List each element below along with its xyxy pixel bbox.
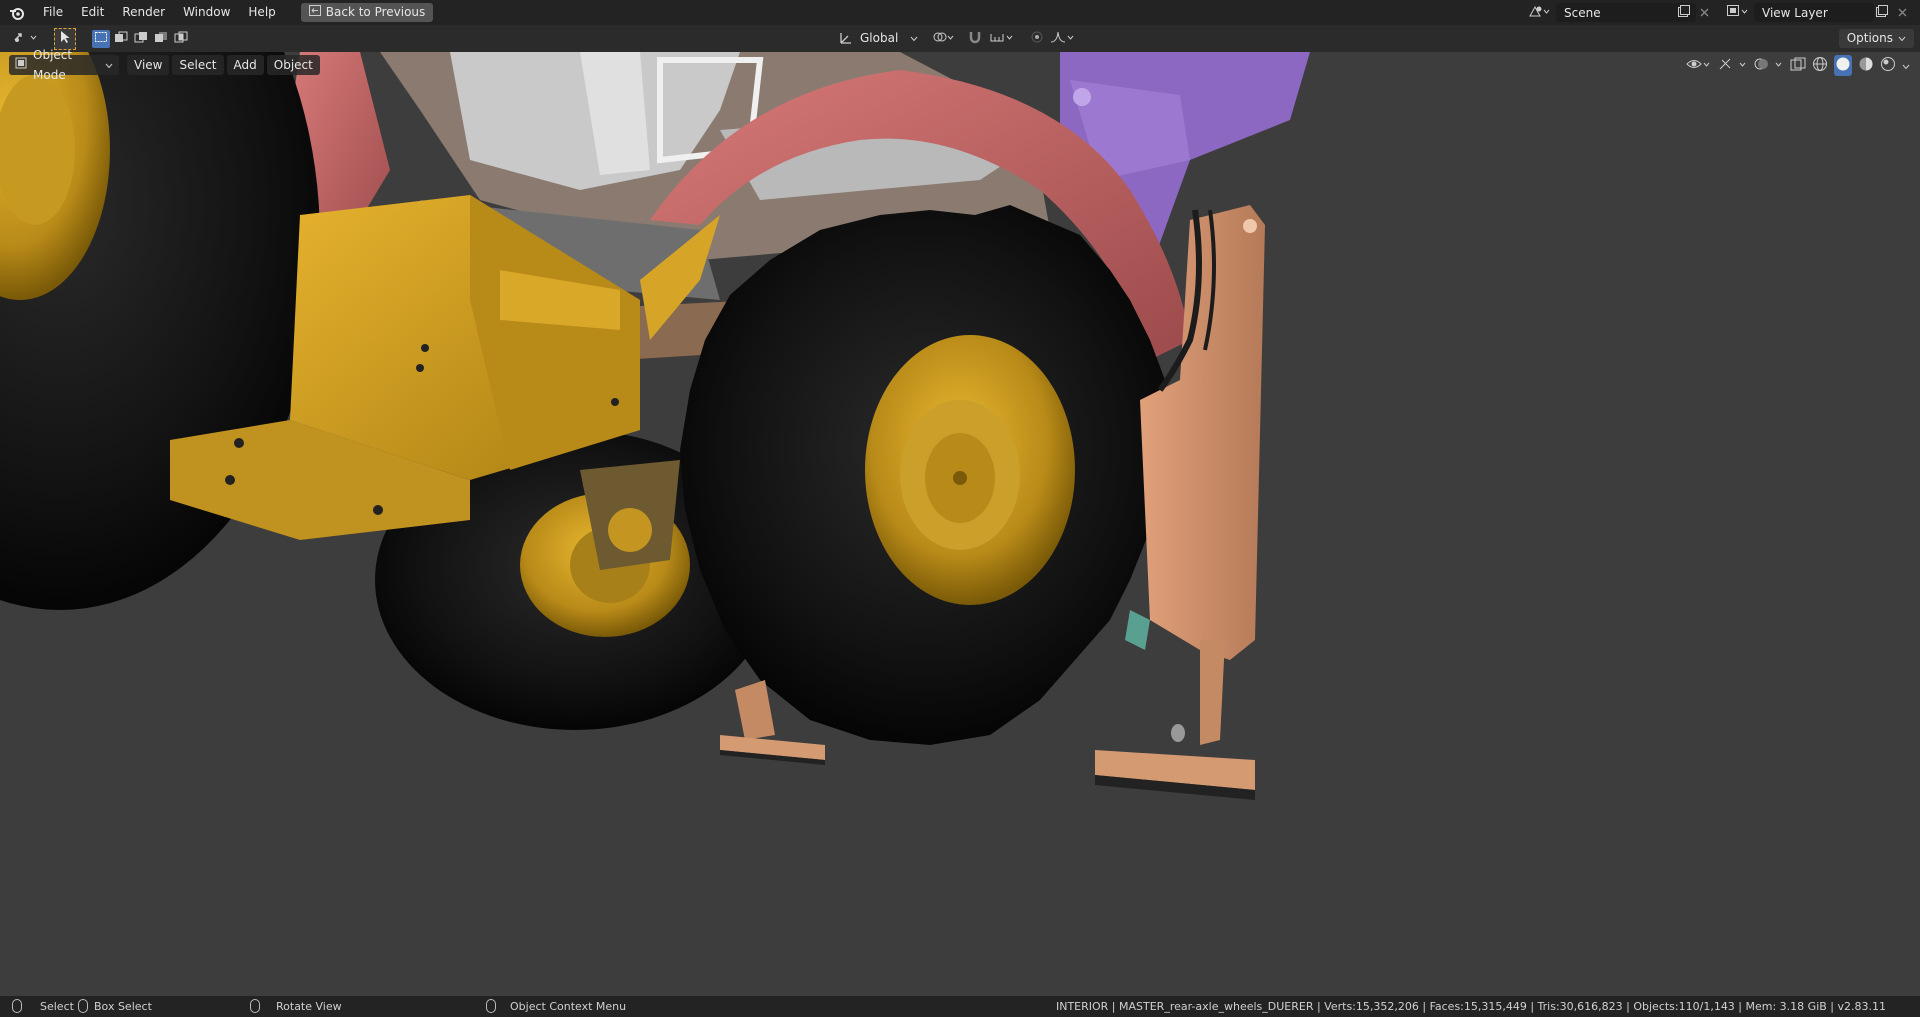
tool-header: Global Options [0, 25, 1920, 52]
proportional-editing-button[interactable] [1028, 29, 1046, 47]
status-select-hint: Select [12, 999, 74, 1013]
status-rotate-view-hint: Rotate View [250, 999, 342, 1013]
shading-rendered-icon[interactable] [1880, 56, 1896, 75]
select-extend-icon [114, 31, 128, 46]
status-rotate-view-label: Rotate View [276, 999, 342, 1013]
viewport-menu-object[interactable]: Object [266, 55, 320, 75]
select-new-icon [94, 31, 108, 46]
menu-edit[interactable]: Edit [72, 0, 113, 25]
visibility-eye-icon[interactable] [1686, 57, 1712, 74]
view-layer-name-field[interactable]: View Layer [1754, 3, 1874, 22]
close-icon [1700, 6, 1709, 20]
top-menubar: File Edit Render Window Help Back to Pre… [0, 0, 1920, 25]
viewport-header: Object Mode View Select Add Object [0, 48, 1920, 82]
duplicate-icon [1876, 5, 1888, 20]
chevron-down-icon[interactable] [1902, 59, 1910, 73]
xray-toggle-icon[interactable] [1790, 57, 1806, 74]
select-intersect-icon [174, 31, 188, 46]
3d-viewport[interactable] [0, 52, 1920, 996]
select-subtract-icon [134, 31, 148, 46]
proportional-falloff-button[interactable] [1048, 29, 1078, 47]
object-mode-label: Object Mode [33, 48, 73, 82]
scene-statistics: INTERIOR | MASTER_rear-axle_wheels_DUERE… [1055, 1000, 1886, 1013]
chevron-down-icon [1898, 29, 1906, 48]
screen-back-icon [308, 3, 321, 22]
select-mode-subtract-button[interactable] [132, 30, 150, 48]
scene-icon [1528, 4, 1550, 21]
snap-toggle-button[interactable] [965, 29, 985, 47]
render-layer-icon [1726, 4, 1748, 21]
snap-increment-icon [989, 30, 1015, 47]
shading-material-icon[interactable] [1858, 56, 1874, 75]
transform-orientation-icon [837, 29, 855, 47]
pivot-point-button[interactable] [930, 29, 958, 47]
mouse-left-icon [12, 999, 22, 1013]
status-select-label: Select [40, 999, 74, 1013]
scene-browse-button[interactable] [1524, 3, 1554, 22]
main-wheel [680, 205, 1170, 745]
close-icon [1898, 6, 1907, 20]
menu-help[interactable]: Help [239, 0, 284, 25]
gizmo-toggle-icon[interactable] [1718, 57, 1748, 74]
new-view-layer-button[interactable] [1872, 3, 1892, 22]
transform-orientation-dropdown[interactable]: Global [860, 31, 898, 45]
new-scene-button[interactable] [1674, 3, 1694, 22]
viewport-menu-view[interactable]: View [127, 55, 170, 75]
proportional-editing-icon [1031, 31, 1043, 46]
select-difference-icon [154, 31, 168, 46]
mouse-drag-icon [78, 999, 88, 1013]
falloff-curve-icon [1050, 30, 1076, 47]
view-layer-name: View Layer [1762, 5, 1828, 20]
back-to-previous-button[interactable]: Back to Previous [300, 3, 434, 22]
status-context-menu-label: Object Context Menu [510, 999, 627, 1013]
blender-logo-icon[interactable] [0, 0, 34, 25]
overlays-toggle-icon[interactable] [1754, 57, 1784, 74]
menu-render[interactable]: Render [113, 0, 174, 25]
select-mode-extend-button[interactable] [112, 30, 130, 48]
viewport-menu-select[interactable]: Select [172, 55, 224, 75]
view-layer-browse-button[interactable] [1722, 3, 1752, 22]
pivot-icon [932, 30, 956, 47]
magnet-icon [968, 30, 982, 47]
viewport-render [0, 52, 1310, 800]
back-to-previous-label: Back to Previous [325, 5, 426, 19]
options-label: Options [1846, 31, 1893, 45]
delete-view-layer-button[interactable] [1892, 3, 1912, 22]
mouse-right-icon [486, 999, 496, 1013]
menu-window[interactable]: Window [174, 0, 239, 25]
scene-name: Scene [1564, 5, 1601, 20]
delete-scene-button[interactable] [1694, 3, 1714, 22]
status-context-menu-hint: Object Context Menu [486, 999, 626, 1013]
options-dropdown[interactable]: Options [1838, 29, 1914, 48]
viewport-menu-add[interactable]: Add [226, 55, 264, 75]
object-mode-icon [15, 55, 27, 75]
chevron-down-icon [105, 55, 113, 75]
snap-target-button[interactable] [987, 29, 1017, 47]
status-box-select-label: Box Select [94, 999, 152, 1013]
object-mode-dropdown[interactable]: Object Mode [9, 48, 119, 82]
duplicate-icon [1678, 5, 1690, 20]
status-bar: Select Box Select Rotate View Object Con… [0, 996, 1920, 1017]
status-box-select-hint: Box Select [78, 999, 152, 1013]
select-mode-difference-button[interactable] [152, 30, 170, 48]
menu-file[interactable]: File [34, 0, 72, 25]
shading-wireframe-icon[interactable] [1812, 56, 1828, 75]
chevron-down-icon [910, 31, 918, 45]
select-mode-intersect-button[interactable] [172, 30, 190, 48]
mouse-middle-icon [250, 999, 260, 1013]
shading-solid-icon[interactable] [1834, 55, 1852, 76]
